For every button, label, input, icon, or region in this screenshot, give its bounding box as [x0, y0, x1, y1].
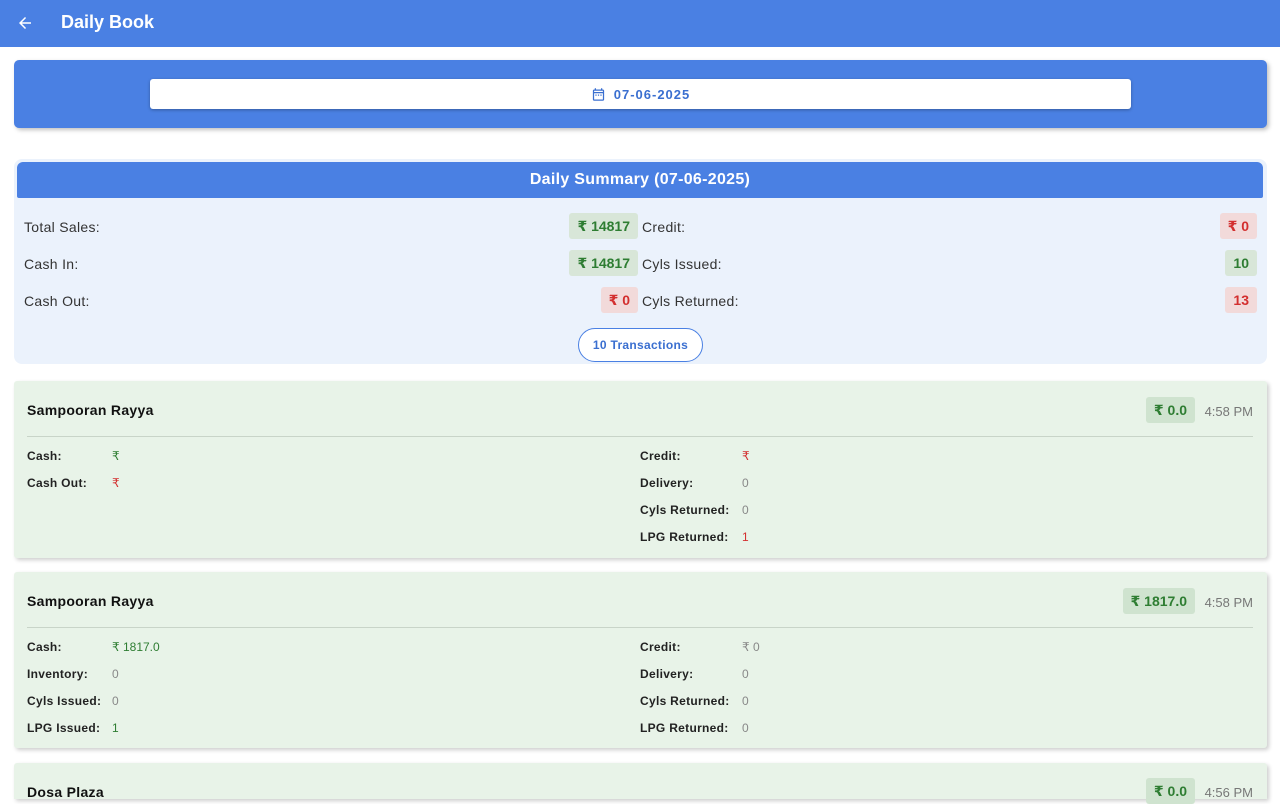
- customer-name: Sampooran Rayya: [27, 593, 154, 609]
- cash-label: Cash:: [27, 449, 62, 463]
- inventory-label: Inventory:: [27, 667, 89, 681]
- cash-in-label: Cash In:: [24, 256, 79, 272]
- lpg-returned-label: LPG Returned:: [640, 530, 729, 544]
- cyls-returned-label: Cyls Returned:: [640, 503, 730, 517]
- app-bar: Daily Book: [0, 0, 1280, 47]
- transaction-time: 4:56 PM: [1204, 785, 1253, 800]
- date-picker-button[interactable]: 07-06-2025: [150, 79, 1131, 109]
- lpg-returned-label: LPG Returned:: [640, 721, 729, 735]
- transaction-card[interactable]: Dosa Plaza ₹ 0.0 4:56 PM: [14, 763, 1267, 804]
- cash-out-label: Cash Out:: [27, 476, 88, 490]
- summary-header: Daily Summary (07-06-2025): [17, 162, 1263, 198]
- transactions-count-button[interactable]: 10 Transactions: [578, 328, 703, 362]
- lpg-issued-label: LPG Issued:: [27, 721, 101, 735]
- transaction-time: 4:58 PM: [1204, 595, 1253, 610]
- lpg-returned-value: 1: [742, 530, 749, 544]
- cash-value: ₹ 1817.0: [112, 640, 160, 654]
- divider: [27, 627, 1253, 628]
- cyls-issued-value: 0: [112, 694, 119, 708]
- total-sales-value: ₹ 14817: [569, 213, 638, 239]
- back-button[interactable]: [12, 10, 38, 36]
- arrow-left-icon: [19, 17, 31, 29]
- delivery-label: Delivery:: [640, 667, 694, 681]
- transaction-amount: ₹ 1817.0: [1122, 588, 1195, 614]
- summary-title: Daily Summary (07-06-2025): [529, 171, 751, 188]
- cyls-returned-label: Cyls Returned:: [642, 293, 739, 309]
- lpg-returned-value: 0: [742, 721, 749, 735]
- cyls-returned-label: Cyls Returned:: [640, 694, 730, 708]
- transaction-amount: ₹ 0.0: [1145, 397, 1195, 423]
- inventory-value: 0: [112, 667, 119, 681]
- total-sales-label: Total Sales:: [24, 219, 100, 235]
- cyls-issued-label: Cyls Issued:: [642, 256, 722, 272]
- customer-name: Sampooran Rayya: [27, 402, 154, 418]
- cyls-returned-value: 0: [742, 694, 749, 708]
- transaction-amount: ₹ 0.0: [1145, 778, 1195, 804]
- cash-value: ₹: [112, 449, 120, 463]
- credit-label: Credit:: [640, 640, 681, 654]
- calendar-icon: [592, 87, 604, 101]
- delivery-label: Delivery:: [640, 476, 694, 490]
- cash-out-label: Cash Out:: [24, 293, 90, 309]
- delivery-value: 0: [742, 476, 749, 490]
- transaction-card[interactable]: Sampooran Rayya ₹ 0.0 4:58 PM Cash: ₹ Ca…: [14, 381, 1267, 558]
- credit-value: ₹ 0: [742, 640, 760, 654]
- cash-in-value: ₹ 14817: [569, 250, 638, 276]
- date-selector-card: 07-06-2025: [14, 60, 1267, 128]
- cash-label: Cash:: [27, 640, 62, 654]
- selected-date: 07-06-2025: [613, 86, 691, 102]
- cash-out-value: ₹ 0: [600, 287, 638, 313]
- daily-summary-card: Daily Summary (07-06-2025) Total Sales: …: [14, 159, 1267, 364]
- transaction-time: 4:58 PM: [1204, 404, 1253, 419]
- divider: [27, 436, 1253, 437]
- cyls-issued-value: 10: [1225, 250, 1257, 276]
- delivery-value: 0: [742, 667, 749, 681]
- cyls-returned-value: 13: [1225, 287, 1257, 313]
- transaction-card[interactable]: Sampooran Rayya ₹ 1817.0 4:58 PM Cash: ₹…: [14, 572, 1267, 748]
- customer-name: Dosa Plaza: [27, 784, 104, 800]
- credit-label: Credit:: [642, 219, 686, 235]
- cyls-issued-label: Cyls Issued:: [27, 694, 102, 708]
- cash-out-value: ₹: [112, 476, 120, 490]
- page-title: Daily Book: [61, 12, 155, 32]
- cyls-returned-value: 0: [742, 503, 749, 517]
- credit-label: Credit:: [640, 449, 681, 463]
- lpg-issued-value: 1: [112, 721, 119, 735]
- credit-value: ₹: [742, 449, 750, 463]
- credit-value: ₹ 0: [1219, 213, 1257, 239]
